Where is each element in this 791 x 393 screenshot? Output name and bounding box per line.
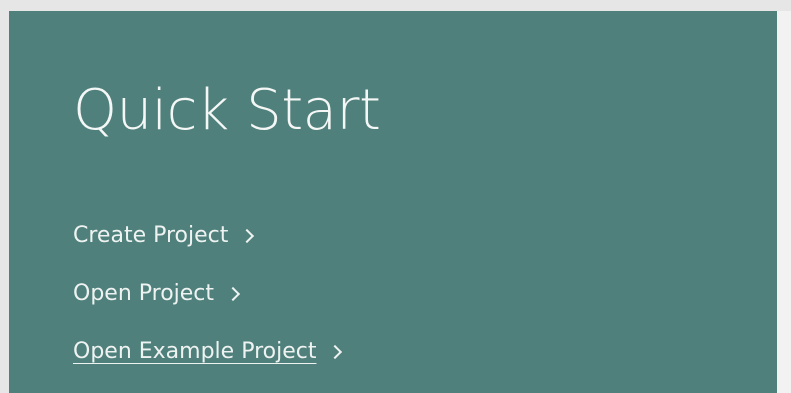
- chevron-right-icon: [328, 344, 343, 360]
- quick-start-panel: Quick Start Create Project Open Project …: [9, 11, 777, 393]
- open-example-project-link[interactable]: Open Example Project: [73, 323, 343, 381]
- create-project-label: Create Project: [73, 223, 229, 248]
- quick-start-title: Quick Start: [73, 78, 381, 143]
- open-project-link[interactable]: Open Project: [73, 265, 340, 323]
- chevron-right-icon: [225, 286, 241, 302]
- open-project-label: Open Project: [73, 281, 215, 306]
- open-example-project-label: Open Example Project: [73, 339, 317, 364]
- quick-start-links: Create Project Open Project Open Example…: [73, 207, 343, 381]
- chevron-right-icon: [240, 228, 255, 244]
- create-project-link[interactable]: Create Project: [73, 207, 340, 265]
- window-edge: [777, 11, 791, 393]
